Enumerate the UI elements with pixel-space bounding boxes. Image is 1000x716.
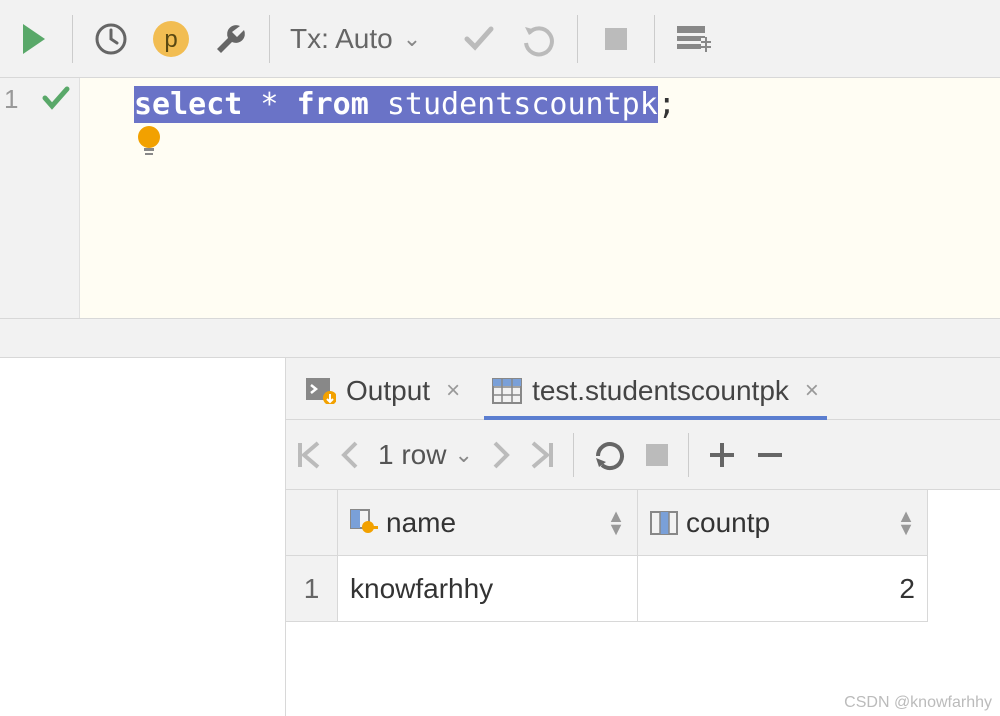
tab-table[interactable]: test.studentscountpk × bbox=[484, 365, 827, 419]
profile-button[interactable]: p bbox=[143, 11, 199, 67]
divider-bar bbox=[0, 318, 1000, 358]
remove-row-icon[interactable] bbox=[755, 440, 785, 470]
separator bbox=[654, 15, 655, 63]
chevron-down-icon: ⌄ bbox=[403, 26, 421, 52]
output-icon bbox=[306, 378, 336, 404]
sql-keyword: from bbox=[297, 87, 369, 122]
results-panel: Output × test.studentscountpk × 1 row ⌄ bbox=[286, 358, 1000, 716]
column-name: name bbox=[386, 507, 456, 539]
column-icon bbox=[650, 511, 678, 535]
row-count-dropdown[interactable]: 1 row ⌄ bbox=[378, 439, 473, 471]
wrench-icon bbox=[212, 20, 250, 58]
results-toolbar: 1 row ⌄ bbox=[286, 420, 1000, 490]
row-number: 1 bbox=[286, 556, 338, 622]
sql-editor-area: 1 select * from studentscountpk; bbox=[0, 78, 1000, 318]
separator bbox=[269, 15, 270, 63]
undo-icon bbox=[521, 21, 557, 57]
table-row: 1 knowfarhhy 2 bbox=[286, 556, 1000, 622]
prev-page-icon[interactable] bbox=[340, 440, 360, 470]
p-badge-icon: p bbox=[151, 19, 191, 59]
check-icon bbox=[41, 84, 71, 114]
table-icon bbox=[675, 24, 711, 54]
last-page-icon[interactable] bbox=[529, 440, 555, 470]
sort-icon[interactable]: ▲▼ bbox=[897, 510, 915, 535]
clock-icon bbox=[93, 21, 129, 57]
commit-button[interactable] bbox=[451, 11, 507, 67]
sql-keyword: select bbox=[134, 87, 242, 122]
settings-button[interactable] bbox=[203, 11, 259, 67]
intention-bulb[interactable] bbox=[136, 126, 162, 152]
rollback-button[interactable] bbox=[511, 11, 567, 67]
close-icon[interactable]: × bbox=[799, 377, 819, 405]
add-row-icon[interactable] bbox=[707, 440, 737, 470]
tx-mode-label: Tx: Auto bbox=[290, 23, 393, 55]
stop-icon[interactable] bbox=[644, 442, 670, 468]
column-header-countp[interactable]: countp ▲▼ bbox=[638, 490, 928, 556]
line-number: 1 bbox=[4, 84, 18, 115]
lower-pane: Output × test.studentscountpk × 1 row ⌄ bbox=[0, 358, 1000, 716]
stop-button[interactable] bbox=[588, 11, 644, 67]
column-header-name[interactable]: name ▲▼ bbox=[338, 490, 638, 556]
column-name: countp bbox=[686, 507, 770, 539]
reload-icon[interactable] bbox=[592, 438, 626, 472]
chevron-down-icon: ⌄ bbox=[454, 442, 472, 468]
key-column-icon bbox=[350, 509, 378, 537]
tab-label: Output bbox=[346, 375, 430, 407]
row-count-label: 1 row bbox=[378, 439, 446, 471]
sql-punct: ; bbox=[658, 87, 676, 122]
svg-text:p: p bbox=[164, 26, 177, 53]
separator bbox=[573, 433, 574, 477]
cell-countp[interactable]: 2 bbox=[638, 556, 928, 622]
tab-label: test.studentscountpk bbox=[532, 375, 789, 407]
cell-name[interactable]: knowfarhhy bbox=[338, 556, 638, 622]
result-grid: name ▲▼ countp ▲▼ 1 knowfarhhy 2 bbox=[286, 490, 1000, 716]
table-grid-icon bbox=[492, 378, 522, 404]
gutter: 1 bbox=[0, 78, 80, 318]
tx-mode-dropdown[interactable]: Tx: Auto ⌄ bbox=[290, 23, 421, 55]
sql-identifier: studentscountpk bbox=[369, 87, 658, 122]
code-line: select * from studentscountpk; bbox=[80, 84, 676, 124]
tab-output[interactable]: Output × bbox=[298, 365, 468, 419]
stop-icon bbox=[601, 24, 631, 54]
sql-editor[interactable]: select * from studentscountpk; bbox=[80, 78, 1000, 318]
separator bbox=[577, 15, 578, 63]
check-icon bbox=[461, 21, 497, 57]
next-page-icon[interactable] bbox=[491, 440, 511, 470]
view-as-table-button[interactable] bbox=[665, 11, 721, 67]
history-button[interactable] bbox=[83, 11, 139, 67]
sql-text: * bbox=[242, 87, 296, 122]
sort-icon[interactable]: ▲▼ bbox=[607, 510, 625, 535]
separator bbox=[688, 433, 689, 477]
run-button[interactable] bbox=[6, 11, 62, 67]
watermark: CSDN @knowfarhhy bbox=[844, 694, 992, 712]
result-tabs: Output × test.studentscountpk × bbox=[286, 358, 1000, 420]
corner-cell bbox=[286, 490, 338, 556]
close-icon[interactable]: × bbox=[440, 377, 460, 405]
first-page-icon[interactable] bbox=[296, 440, 322, 470]
grid-header: name ▲▼ countp ▲▼ bbox=[286, 490, 1000, 556]
side-panel bbox=[0, 358, 286, 716]
main-toolbar: p Tx: Auto ⌄ bbox=[0, 0, 1000, 78]
separator bbox=[72, 15, 73, 63]
play-icon bbox=[17, 22, 51, 56]
